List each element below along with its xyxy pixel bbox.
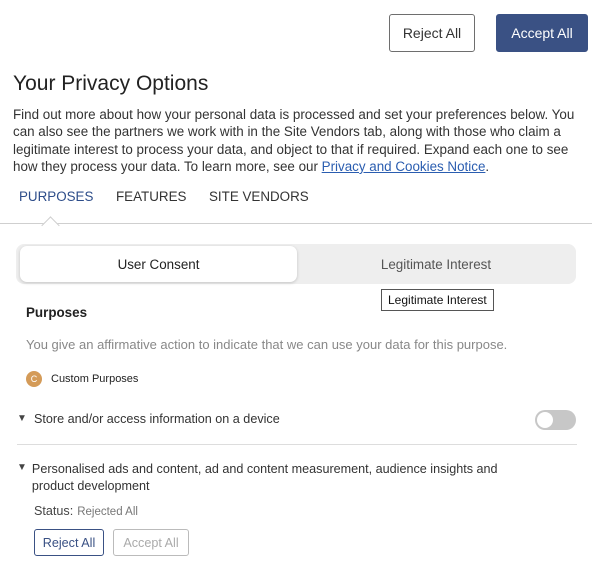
chevron-down-icon: ▼ (17, 413, 27, 424)
consent-toggle: User Consent Legitimate Interest (16, 244, 576, 284)
tab-site-vendors[interactable]: SITE VENDORS (209, 186, 309, 210)
section-accept-all-button[interactable]: Accept All (113, 529, 189, 556)
purpose-row-store-access[interactable]: ▼ Store and/or access information on a d… (17, 412, 280, 426)
tab-bar: PURPOSES FEATURES SITE VENDORS (0, 186, 592, 224)
custom-purpose-badge-icon: C (26, 371, 42, 387)
legitimate-interest-option[interactable]: Legitimate Interest (300, 246, 572, 282)
store-access-toggle-switch[interactable] (535, 410, 576, 430)
status-line: Status: Rejected All (34, 504, 138, 518)
purpose-label: Store and/or access information on a dev… (34, 412, 280, 426)
reject-all-button[interactable]: Reject All (389, 14, 475, 52)
switch-knob (537, 412, 553, 428)
section-reject-all-button[interactable]: Reject All (34, 529, 104, 556)
user-consent-option[interactable]: User Consent (20, 246, 297, 282)
custom-purposes-label: Custom Purposes (51, 373, 139, 385)
tab-features[interactable]: FEATURES (116, 186, 186, 210)
purpose-row-personalised-ads[interactable]: ▼ Personalised ads and content, ad and c… (17, 461, 517, 494)
page-title: Your Privacy Options (13, 72, 209, 95)
chevron-down-icon: ▼ (17, 462, 27, 473)
intro-text: Find out more about how your personal da… (13, 106, 593, 175)
purpose-label: Personalised ads and content, ad and con… (31, 462, 498, 493)
status-value: Rejected All (77, 506, 138, 518)
custom-purposes-legend: C Custom Purposes (26, 371, 138, 387)
intro-suffix: . (485, 158, 490, 174)
divider (17, 444, 577, 445)
accept-all-button[interactable]: Accept All (496, 14, 588, 52)
tab-purposes[interactable]: PURPOSES (19, 186, 93, 210)
legitimate-interest-tooltip: Legitimate Interest (381, 289, 494, 311)
purposes-description: You give an affirmative action to indica… (26, 337, 508, 352)
purposes-heading: Purposes (26, 305, 88, 320)
privacy-notice-link[interactable]: Privacy and Cookies Notice (322, 159, 486, 174)
intro-body: Find out more about how your personal da… (13, 107, 575, 174)
status-label: Status: (34, 504, 74, 518)
